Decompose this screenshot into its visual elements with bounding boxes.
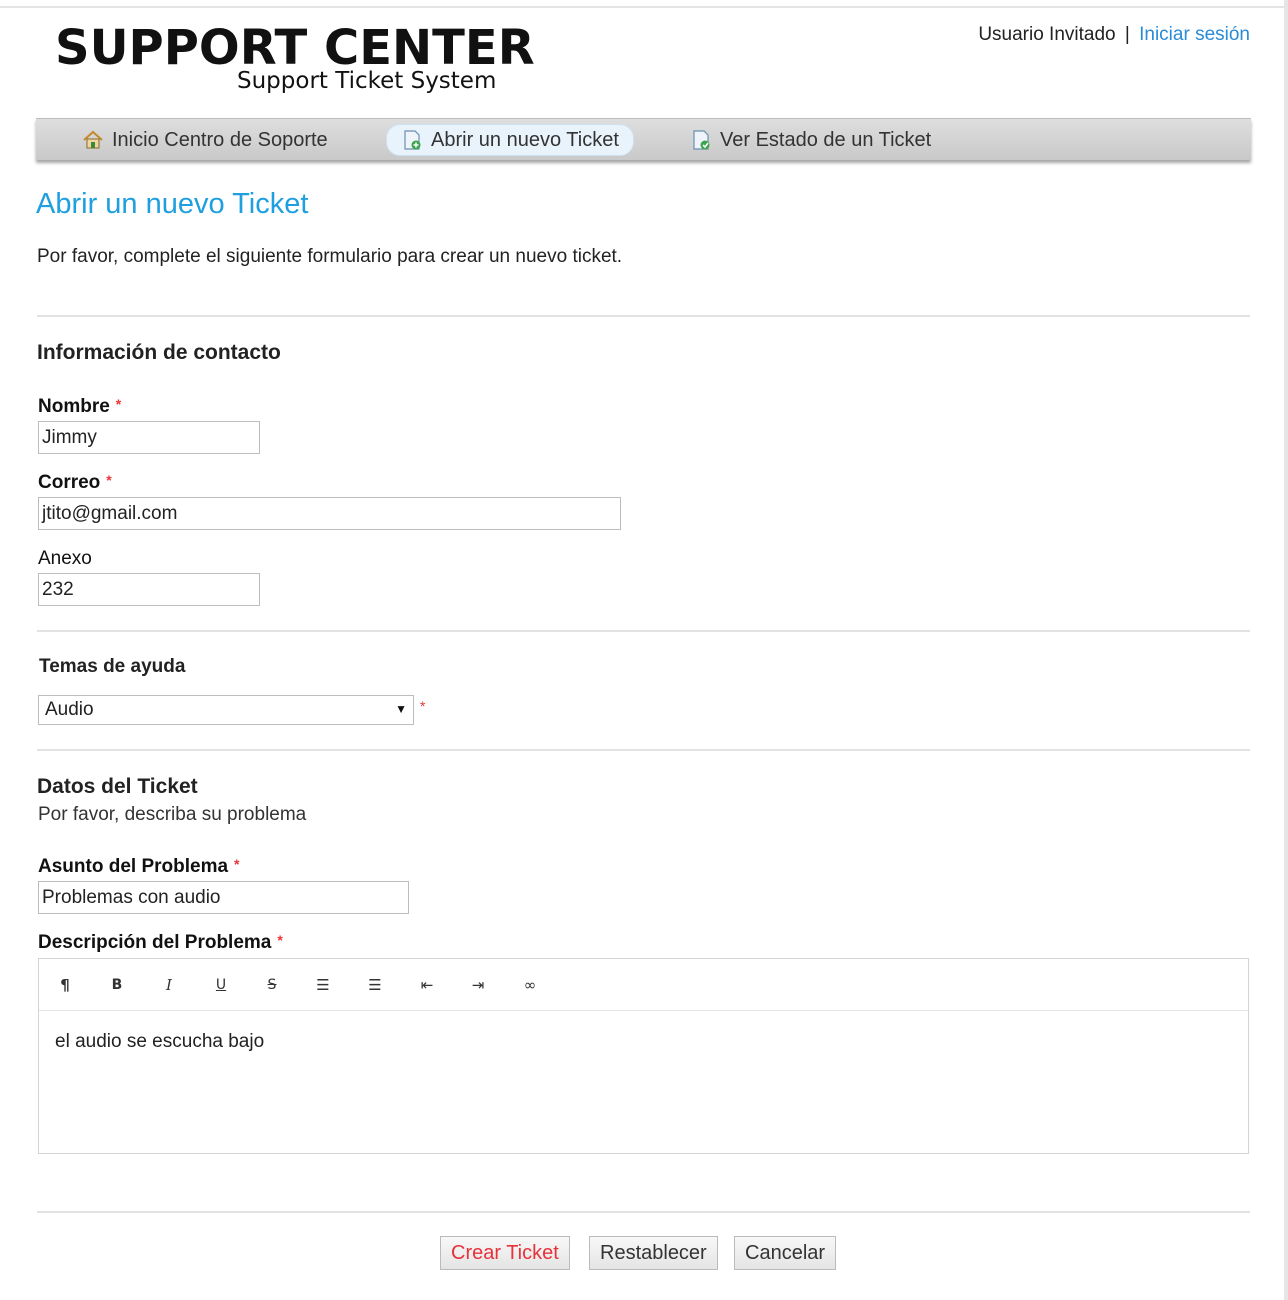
ticket-section-title: Datos del Ticket	[37, 775, 198, 798]
nav-item-home[interactable]: Inicio Centro de Soporte	[68, 124, 342, 156]
description-label: Descripción del Problema *	[38, 932, 283, 953]
contact-section-title: Información de contacto	[37, 341, 281, 364]
email-field[interactable]: jtito@gmail.com	[38, 497, 621, 530]
create-ticket-button[interactable]: Crear Ticket	[440, 1236, 570, 1270]
main-nav: Inicio Centro de Soporte Abrir un nuevo …	[36, 118, 1251, 160]
reset-button[interactable]: Restablecer	[589, 1236, 718, 1270]
subject-label: Asunto del Problema *	[38, 856, 240, 877]
help-topic-select[interactable]: Audio ▼	[38, 695, 414, 725]
nav-item-new-ticket-label: Abrir un nuevo Ticket	[431, 129, 619, 151]
required-marker: *	[234, 856, 240, 872]
extension-label: Anexo	[38, 548, 92, 569]
cancel-button[interactable]: Cancelar	[734, 1236, 837, 1270]
bold-icon[interactable]: B	[105, 973, 129, 997]
logo-title: SUPPORT CENTER	[55, 20, 535, 76]
nav-item-home-label: Inicio Centro de Soporte	[112, 129, 328, 151]
description-editor: ¶ B I U S ☰ ☰ ⇤ ⇥ ∞ el audio se escucha …	[38, 958, 1249, 1154]
email-label: Correo *	[38, 472, 112, 493]
page-title: Abrir un nuevo Ticket	[36, 188, 309, 220]
page-intro: Por favor, complete el siguiente formula…	[37, 246, 623, 267]
editor-toolbar: ¶ B I U S ☰ ☰ ⇤ ⇥ ∞	[39, 959, 1248, 1011]
description-textarea[interactable]: el audio se escucha bajo	[39, 1011, 1248, 1073]
home-icon	[82, 129, 104, 151]
logo-subtitle: Support Ticket System	[237, 68, 497, 94]
chevron-down-icon: ▼	[395, 702, 407, 716]
ticket-status-icon	[690, 129, 712, 151]
subject-field[interactable]: Problemas con audio	[38, 881, 409, 914]
user-bar-separator: |	[1124, 24, 1130, 45]
ticket-section-subtitle: Por favor, describa su problema	[38, 804, 307, 825]
nav-item-ticket-status[interactable]: Ver Estado de un Ticket	[676, 124, 945, 156]
indent-icon[interactable]: ⇥	[466, 973, 490, 997]
outdent-icon[interactable]: ⇤	[415, 973, 439, 997]
divider	[37, 1211, 1250, 1213]
italic-icon[interactable]: I	[157, 973, 181, 997]
help-topic-title: Temas de ayuda	[39, 656, 186, 677]
unordered-list-icon[interactable]: ☰	[311, 973, 335, 997]
logo: SUPPORT CENTER Support Ticket System	[55, 20, 535, 94]
divider	[37, 630, 1250, 632]
underline-icon[interactable]: U	[209, 973, 233, 997]
nav-item-ticket-status-label: Ver Estado de un Ticket	[720, 129, 932, 151]
help-topic-selected: Audio	[45, 699, 94, 720]
login-link[interactable]: Iniciar sesión	[1139, 24, 1250, 45]
new-ticket-icon	[401, 129, 423, 151]
strikethrough-icon[interactable]: S	[260, 973, 284, 997]
window-top-border	[0, 0, 1288, 8]
guest-user-label: Usuario Invitado	[978, 24, 1116, 45]
window-right-border	[1284, 0, 1288, 1300]
divider	[37, 315, 1250, 317]
name-label: Nombre *	[38, 396, 122, 417]
name-field[interactable]: Jimmy	[38, 421, 260, 454]
required-marker: *	[115, 396, 122, 412]
required-marker: *	[106, 472, 112, 488]
ordered-list-icon[interactable]: ☰	[363, 973, 387, 997]
user-bar: Usuario Invitado | Iniciar sesión	[978, 24, 1250, 46]
link-icon[interactable]: ∞	[518, 973, 542, 997]
paragraph-icon[interactable]: ¶	[53, 973, 77, 997]
extension-field[interactable]: 232	[38, 573, 260, 606]
nav-item-new-ticket[interactable]: Abrir un nuevo Ticket	[386, 124, 634, 156]
required-marker: *	[420, 698, 426, 714]
required-marker: *	[277, 932, 283, 948]
divider	[37, 749, 1250, 751]
